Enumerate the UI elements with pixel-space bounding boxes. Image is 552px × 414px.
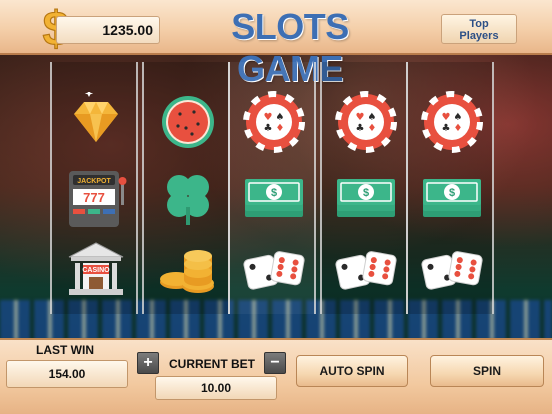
svg-text:♦: ♦ — [276, 123, 285, 134]
poker-chip-icon: ♥ ♠ ♣ ♦ — [243, 91, 305, 153]
reel-1-symbol-1 — [58, 86, 134, 158]
reel-1-symbol-3: CASINO — [58, 234, 134, 306]
last-win-label: LAST WIN — [36, 343, 94, 357]
dice-icon — [243, 251, 305, 290]
reel-3-symbol-1: ♥ ♠ ♣ ♦ — [236, 86, 312, 158]
reel-5-symbol-2: $ — [414, 162, 490, 234]
gold-coins-icon — [160, 250, 214, 293]
svg-text:$: $ — [449, 187, 455, 199]
decrease-bet-button[interactable]: − — [264, 352, 286, 374]
auto-spin-button[interactable]: AUTO SPIN — [296, 355, 408, 387]
reel-3-symbol-3 — [236, 234, 312, 306]
reel-3-symbol-2: $ — [236, 162, 312, 234]
reel-2 — [142, 62, 230, 314]
watermelon-icon — [162, 96, 214, 148]
reel-4-symbol-3 — [328, 234, 404, 306]
svg-text:♥: ♥ — [264, 112, 273, 123]
reel-3: ♥ ♠ ♣ ♦ $ — [228, 62, 316, 314]
top-players-button[interactable]: Top Players — [441, 14, 517, 44]
cash-stack-icon: $ — [337, 179, 395, 217]
last-win-value: 154.00 — [6, 360, 128, 388]
svg-text:♣: ♣ — [356, 123, 365, 134]
svg-text:♥: ♥ — [356, 112, 365, 123]
sevens-text: 777 — [83, 190, 105, 205]
casino-text: CASINO — [82, 267, 110, 274]
current-bet-label: CURRENT BET — [169, 357, 255, 371]
cash-stack-icon: $ — [245, 179, 303, 217]
reel-2-symbol-1 — [150, 86, 226, 158]
poker-chip-icon: ♥ ♠ ♣ ♦ — [421, 91, 483, 153]
svg-text:♥: ♥ — [442, 112, 451, 123]
reel-4: ♥ ♠ ♣ ♦ $ — [320, 62, 408, 314]
svg-text:♣: ♣ — [442, 123, 451, 134]
jackpot-text: JACKPOT — [77, 178, 111, 185]
reel-2-symbol-3 — [150, 234, 226, 306]
top-players-label-line1: Top — [469, 18, 489, 30]
spin-button[interactable]: SPIN — [430, 355, 544, 387]
reel-5-symbol-1: ♥ ♠ ♣ ♦ — [414, 86, 490, 158]
svg-text:♦: ♦ — [454, 123, 463, 134]
casino-building-icon: CASINO — [68, 242, 124, 295]
slot-reels: JACKPOT 777 CASINO ♥ ♠ ♣ ♦ $ ♥ ♠ ♣ ♦ $ ♥… — [50, 62, 500, 314]
reel-5-symbol-3 — [414, 234, 490, 306]
balance-display: 1235.00 — [56, 16, 160, 44]
reel-1: JACKPOT 777 CASINO — [50, 62, 138, 314]
top-players-label-line2: Players — [459, 30, 499, 42]
svg-text:♠: ♠ — [454, 112, 463, 123]
reel-5: ♥ ♠ ♣ ♦ $ — [406, 62, 494, 314]
svg-text:$: $ — [271, 187, 277, 199]
reel-4-symbol-2: $ — [328, 162, 404, 234]
svg-text:♠: ♠ — [368, 112, 377, 123]
jackpot-slot-machine-icon: JACKPOT 777 — [69, 171, 127, 227]
increase-bet-button[interactable]: + — [137, 352, 159, 374]
clover-icon — [167, 175, 209, 225]
game-title: SLOTS GAME — [231, 6, 349, 89]
dice-icon — [335, 251, 397, 290]
svg-text:♠: ♠ — [276, 112, 285, 123]
cash-stack-icon: $ — [423, 179, 481, 217]
dice-icon — [421, 251, 483, 290]
svg-text:♣: ♣ — [264, 123, 273, 134]
current-bet-value: 10.00 — [155, 376, 277, 400]
diamond-icon — [74, 92, 118, 142]
reel-4-symbol-1: ♥ ♠ ♣ ♦ — [328, 86, 404, 158]
reel-1-symbol-2: JACKPOT 777 — [58, 162, 134, 234]
poker-chip-icon: ♥ ♠ ♣ ♦ — [335, 91, 397, 153]
reel-2-symbol-2 — [150, 162, 226, 234]
svg-text:♦: ♦ — [368, 123, 377, 134]
svg-text:$: $ — [363, 187, 369, 199]
